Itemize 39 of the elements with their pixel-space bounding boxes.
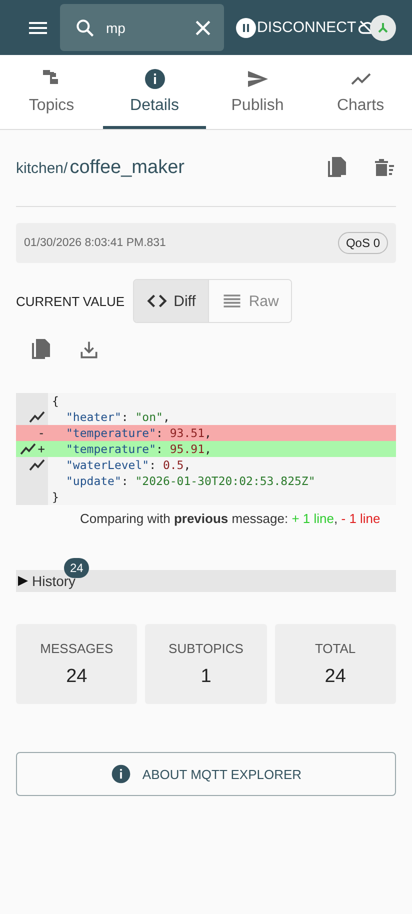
tab[interactable]: Topics xyxy=(0,55,103,129)
stat-label: TOTAL xyxy=(314,640,356,656)
chart-icon[interactable] xyxy=(29,411,45,423)
message-timestamp: 01/30/2026 8:03:41 PM.831 xyxy=(24,237,166,249)
chart-icon[interactable] xyxy=(29,459,45,471)
current-value-label: CURRENT VALUE xyxy=(16,294,125,308)
tab[interactable]: Charts xyxy=(309,55,412,129)
view-mode-button[interactable]: Diff xyxy=(134,280,208,322)
code-line: "waterLevel": 0.5, xyxy=(65,458,191,472)
code-line: "temperature": 93.51, xyxy=(65,426,212,440)
disconnect-button[interactable]: DISCONNECT xyxy=(224,18,356,38)
pause-icon xyxy=(236,18,256,38)
stat-label: MESSAGES xyxy=(40,640,114,656)
stat-value: 1 xyxy=(200,666,212,688)
code-line: "update": "2026-01-30T20:02:53.825Z" xyxy=(65,474,316,488)
tab[interactable]: Details xyxy=(103,55,206,129)
tab[interactable]: Publish xyxy=(206,55,309,129)
code-line: "heater": "on", xyxy=(65,410,170,424)
diff-sign: - xyxy=(38,426,45,440)
search-input[interactable]: mp xyxy=(104,18,184,36)
qos-chip: QoS 0 xyxy=(338,232,388,254)
stat-value: 24 xyxy=(324,666,346,688)
code-line: { xyxy=(52,394,59,408)
chart-icon[interactable] xyxy=(20,443,36,455)
topic-path-segment[interactable]: kitchen/ xyxy=(16,160,68,177)
code-line: "temperature": 95.91, xyxy=(65,442,212,456)
diff-summary: Comparing with previous message: + 1 line, - 1 line xyxy=(80,511,382,526)
status-avatar-icon xyxy=(370,14,396,40)
topic-path-segment[interactable]: coffee_maker xyxy=(70,157,184,179)
diff-sign: + xyxy=(38,442,45,456)
stat-label: SUBTOPICS xyxy=(168,640,244,656)
stat-value: 24 xyxy=(66,666,88,688)
search-icon xyxy=(74,16,96,38)
download-icon[interactable] xyxy=(78,339,100,361)
history-count-badge: 24 xyxy=(64,558,90,578)
code-line: } xyxy=(52,490,59,504)
info-icon xyxy=(142,66,166,90)
about-button[interactable]: ABOUT MQTT EXPLORER xyxy=(16,752,396,796)
info-icon xyxy=(110,763,132,785)
